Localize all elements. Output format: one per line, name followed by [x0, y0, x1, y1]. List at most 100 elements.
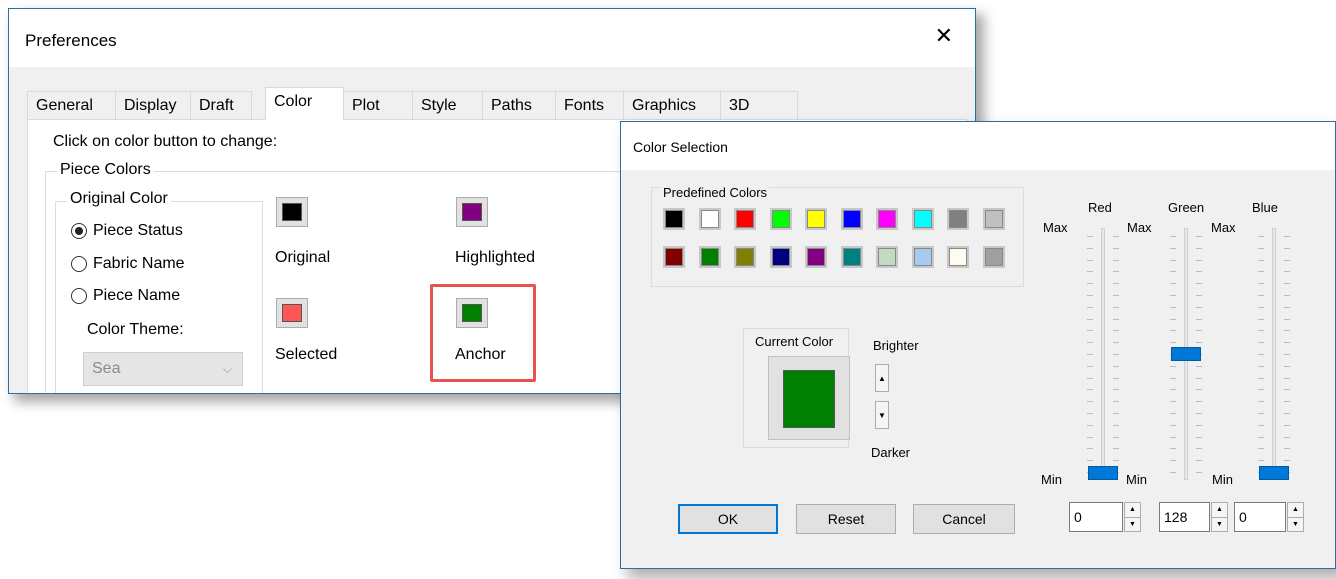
green-spinner[interactable]: ▲ ▼ — [1211, 502, 1228, 532]
radio-piece-name[interactable]: Piece Name — [71, 287, 180, 305]
radio-label: Piece Status — [93, 222, 183, 239]
slider-tick — [1170, 342, 1176, 344]
slider-tick — [1113, 389, 1119, 391]
tab-style[interactable]: Style — [412, 91, 483, 119]
slider-tick — [1113, 247, 1119, 249]
tab-plot[interactable]: Plot — [343, 91, 413, 119]
predefined-color-swatch[interactable] — [734, 208, 756, 230]
darker-button[interactable]: ▼ — [875, 401, 889, 429]
predefined-color-swatch[interactable] — [876, 208, 898, 230]
red-value-input[interactable]: 0 — [1069, 502, 1123, 532]
highlighted-color-button[interactable] — [456, 197, 488, 227]
slider-tick — [1087, 413, 1093, 414]
radio-fabric-name[interactable]: Fabric Name — [71, 255, 185, 273]
predefined-color-swatch[interactable] — [876, 246, 898, 268]
predefined-color-swatch[interactable] — [769, 208, 792, 230]
slider-tick — [1284, 389, 1290, 391]
tab-general[interactable]: General — [27, 91, 116, 119]
anchor-highlight-annotation — [430, 284, 536, 382]
blue-min-label: Min — [1212, 472, 1233, 487]
slider-tick — [1113, 342, 1119, 344]
slider-tick — [1170, 448, 1176, 450]
cancel-button[interactable]: Cancel — [913, 504, 1015, 534]
predefined-color-swatch[interactable] — [663, 208, 685, 230]
blue-slider-thumb[interactable] — [1259, 466, 1289, 480]
predefined-color-swatch[interactable] — [982, 208, 1005, 230]
predefined-color-swatch[interactable] — [840, 208, 863, 230]
red-slider-thumb[interactable] — [1088, 466, 1118, 480]
green-value-input[interactable]: 128 — [1159, 502, 1210, 532]
predefined-color-swatch[interactable] — [805, 208, 827, 230]
slider-tick — [1258, 271, 1264, 273]
color-theme-value: Sea — [92, 360, 121, 377]
color-theme-label: Color Theme: — [87, 321, 184, 338]
green-max-label: Max — [1127, 220, 1152, 235]
red-slider-track[interactable] — [1101, 228, 1105, 480]
slider-tick — [1258, 236, 1264, 237]
slider-tick — [1284, 365, 1290, 367]
blue-slider-track[interactable] — [1272, 228, 1276, 480]
predefined-color-swatch[interactable] — [947, 208, 969, 230]
tab-graphics[interactable]: Graphics — [623, 91, 721, 119]
slider-tick — [1196, 389, 1202, 391]
predefined-color-swatch[interactable] — [982, 246, 1005, 268]
tab-draft[interactable]: Draft — [190, 91, 252, 119]
predefined-color-swatch[interactable] — [663, 246, 685, 268]
slider-tick — [1284, 247, 1290, 249]
slider-tick — [1284, 318, 1290, 320]
predefined-color-swatch[interactable] — [805, 246, 827, 268]
predefined-color-swatch[interactable] — [734, 246, 756, 268]
tab-display[interactable]: Display — [115, 91, 191, 119]
ok-button[interactable]: OK — [678, 504, 778, 534]
reset-button[interactable]: Reset — [796, 504, 896, 534]
radio-piece-status[interactable]: Piece Status — [71, 222, 183, 240]
highlighted-label: Highlighted — [455, 249, 536, 266]
slider-tick — [1113, 436, 1119, 438]
tab-color[interactable]: Color — [265, 87, 344, 120]
tab-paths[interactable]: Paths — [482, 91, 556, 119]
slider-tick — [1087, 460, 1093, 462]
slider-tick — [1258, 401, 1264, 403]
slider-tick — [1196, 460, 1202, 462]
slider-tick — [1087, 271, 1093, 273]
slider-tick — [1258, 295, 1264, 296]
slider-tick — [1170, 271, 1176, 273]
slider-tick — [1087, 236, 1093, 237]
slider-tick — [1284, 436, 1290, 438]
predefined-color-swatch[interactable] — [840, 246, 863, 268]
current-color-frame — [768, 356, 850, 440]
predefined-color-swatch[interactable] — [947, 246, 969, 268]
slider-tick — [1284, 401, 1290, 403]
slider-tick — [1258, 448, 1264, 450]
slider-tick — [1258, 424, 1264, 426]
tab-3d[interactable]: 3D — [720, 91, 798, 119]
predefined-color-swatch[interactable] — [698, 208, 721, 230]
selected-label: Selected — [275, 346, 338, 363]
slider-tick — [1087, 389, 1093, 391]
predefined-color-swatch[interactable] — [698, 246, 721, 268]
slider-tick — [1258, 283, 1264, 285]
green-slider-thumb[interactable] — [1171, 347, 1201, 361]
selected-color-button[interactable] — [276, 298, 308, 328]
blue-value-input[interactable]: 0 — [1234, 502, 1286, 532]
slider-tick — [1113, 401, 1119, 403]
slider-tick — [1087, 283, 1093, 285]
predefined-color-swatch[interactable] — [911, 246, 934, 268]
predefined-color-swatch[interactable] — [911, 208, 934, 230]
current-color-swatch — [783, 370, 835, 428]
blue-spinner[interactable]: ▲ ▼ — [1287, 502, 1304, 532]
brighter-button[interactable]: ▲ — [875, 364, 889, 392]
predefined-color-swatch[interactable] — [769, 246, 792, 268]
slider-tick — [1087, 365, 1093, 367]
tab-fonts[interactable]: Fonts — [555, 91, 624, 119]
close-icon[interactable]: ✕ — [935, 23, 953, 49]
slider-tick — [1258, 306, 1264, 308]
original-color-button[interactable] — [276, 197, 308, 227]
slider-tick — [1113, 236, 1119, 237]
slider-tick — [1258, 413, 1264, 414]
slider-tick — [1170, 401, 1176, 403]
slider-tick — [1170, 413, 1176, 414]
slider-tick — [1196, 413, 1202, 414]
red-spinner[interactable]: ▲ ▼ — [1124, 502, 1141, 532]
color-theme-select[interactable]: Sea ⌵ — [83, 352, 243, 386]
